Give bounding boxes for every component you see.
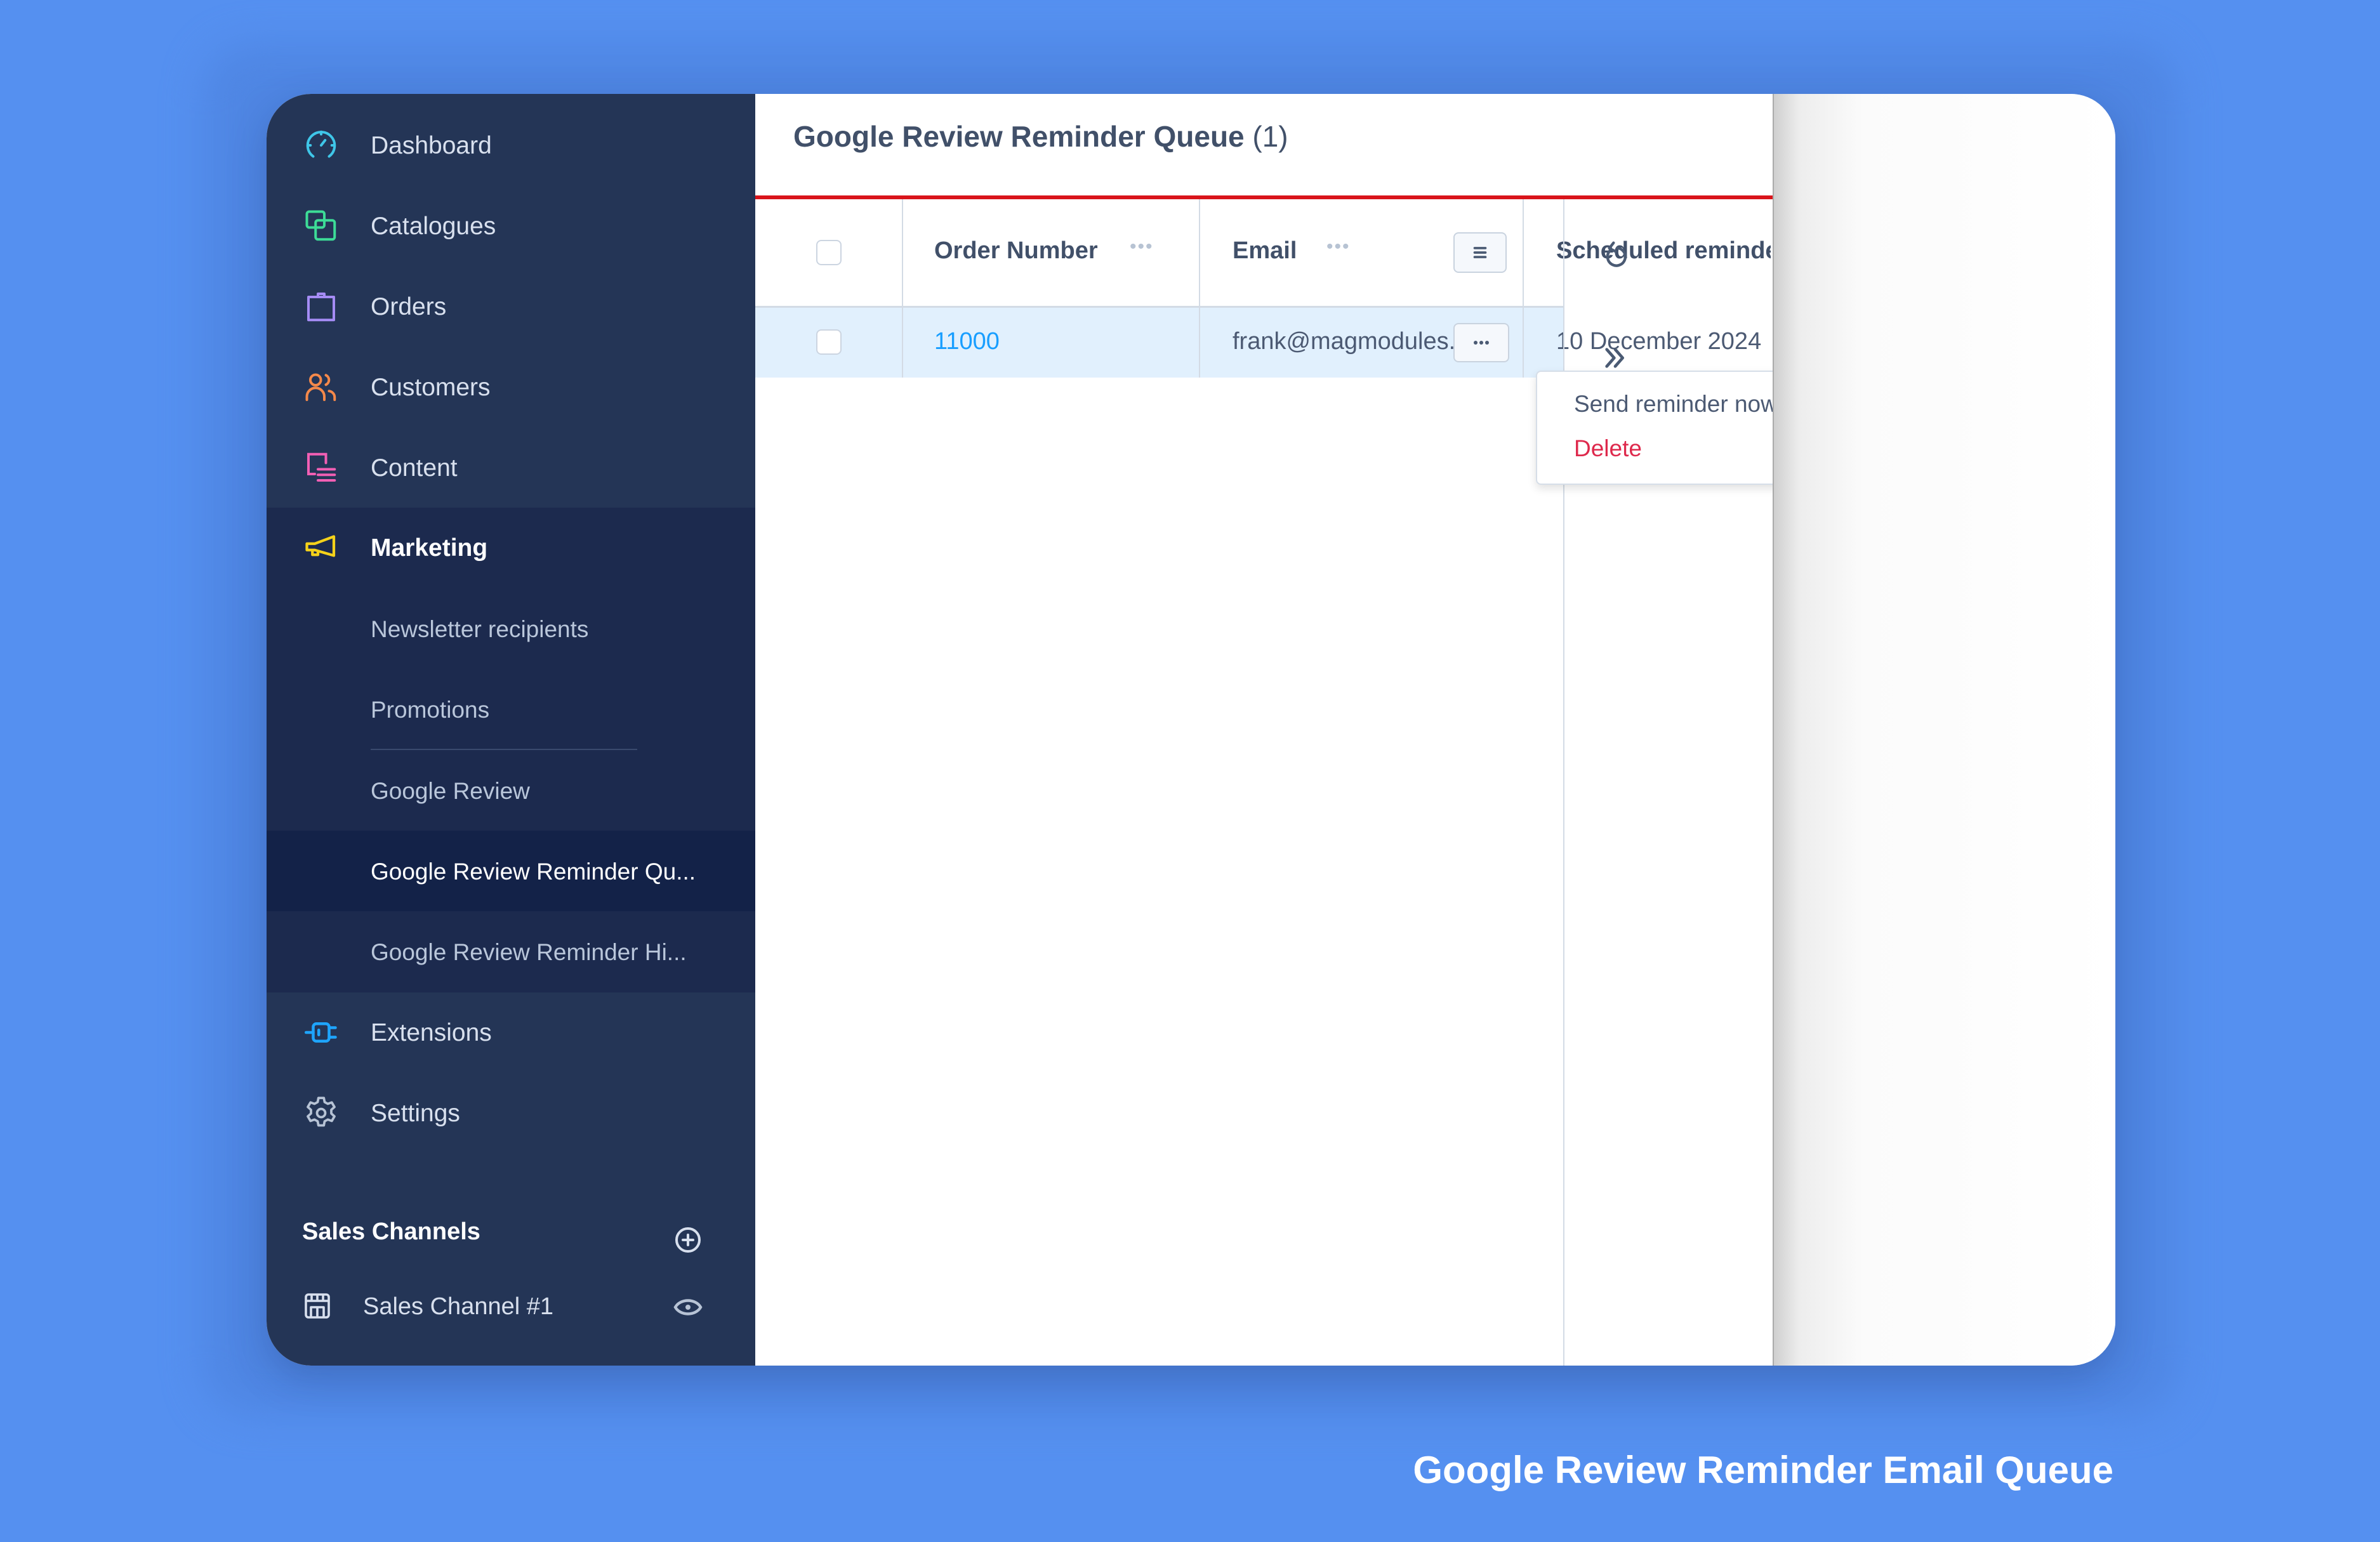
customers-icon — [302, 368, 340, 406]
refresh-button[interactable] — [1590, 231, 1641, 282]
refresh-icon — [1606, 241, 1627, 267]
sidebar-subitem-google-review[interactable]: Google Review — [267, 750, 755, 831]
item-count: (1) — [1252, 120, 1288, 153]
column-header-scheduled-reminder[interactable]: Scheduled reminde — [1556, 237, 1771, 265]
shopping-bag-icon — [302, 287, 340, 326]
sidebar-item-catalogues[interactable]: Catalogues — [267, 186, 755, 267]
gear-icon — [302, 1094, 340, 1132]
sales-channel-item[interactable]: Sales Channel #1 — [267, 1275, 755, 1339]
catalogues-icon — [302, 207, 340, 245]
select-all-checkbox[interactable] — [816, 240, 842, 265]
eye-icon[interactable] — [673, 1295, 703, 1320]
right-panel-edge — [1773, 94, 2115, 1366]
more-horizontal-icon — [1474, 341, 1489, 345]
order-number-column-menu[interactable]: ••• — [1130, 236, 1154, 258]
sales-channels-heading: Sales Channels — [302, 1218, 480, 1245]
table-header-row: Order Number ••• Email ••• Scheduled rem… — [755, 199, 1771, 308]
table-row[interactable]: 11000 frank@magmodules.eu 10 December 20… — [755, 308, 1761, 378]
row-checkbox[interactable] — [816, 329, 842, 355]
row-actions-button[interactable] — [1453, 323, 1509, 362]
sidebar-item-label: Dashboard — [371, 131, 492, 159]
sidebar-subitem-newsletter-recipients[interactable]: Newsletter recipients — [267, 588, 755, 669]
sidebar-item-label: Content — [371, 454, 458, 482]
sidebar-item-content[interactable]: Content — [267, 428, 755, 508]
hamburger-menu-icon — [1473, 247, 1487, 258]
sidebar-item-label: Extensions — [371, 1018, 492, 1046]
sidebar-item-label: Catalogues — [371, 212, 496, 240]
sidebar-item-extensions[interactable]: Extensions — [267, 992, 755, 1073]
sidebar-subitem-label: Newsletter recipients — [371, 616, 589, 642]
app-window: Dashboard Catalogues Orders Customers Co… — [267, 94, 2115, 1366]
email-column-menu[interactable]: ••• — [1326, 236, 1351, 258]
sidebar-item-orders[interactable]: Orders — [267, 267, 755, 347]
sidebar-item-label: Marketing — [371, 534, 488, 562]
image-caption: Google Review Reminder Email Queue — [1413, 1449, 2113, 1491]
sidebar-subitem-label: Google Review — [371, 778, 530, 804]
dashboard-gauge-icon — [302, 126, 340, 164]
storefront-icon — [302, 1291, 333, 1321]
sidebar-item-label: Settings — [371, 1099, 460, 1127]
sidebar-subitem-promotions[interactable]: Promotions — [267, 669, 755, 749]
column-header-email[interactable]: Email — [1233, 237, 1297, 265]
plug-icon — [302, 1013, 340, 1051]
sidebar-item-dashboard[interactable]: Dashboard — [267, 105, 755, 186]
send-reminder-now-menu-item[interactable]: Send reminder now — [1574, 391, 1778, 418]
megaphone-icon — [302, 529, 340, 567]
main-content: Google Review Reminder Queue (1) Order N… — [755, 94, 1905, 1366]
sidebar-subitem-label: Google Review Reminder Hi... — [371, 939, 687, 965]
column-divider — [1199, 199, 1200, 378]
plus-circle-icon — [675, 1227, 701, 1253]
sidebar-subitem-google-review-reminder-queue[interactable]: Google Review Reminder Qu... — [267, 831, 755, 911]
sidebar-subitem-label: Google Review Reminder Qu... — [371, 859, 696, 885]
sidebar-item-settings[interactable]: Settings — [267, 1073, 755, 1154]
scheduled-reminder-cell: 10 December 2024 — [1556, 328, 1762, 355]
sidebar: Dashboard Catalogues Orders Customers Co… — [267, 94, 755, 1366]
email-cell: frank@magmodules.eu — [1233, 328, 1483, 355]
sidebar-item-marketing[interactable]: Marketing — [267, 508, 755, 588]
sidebar-item-label: Customers — [371, 373, 491, 401]
delete-menu-item[interactable]: Delete — [1574, 435, 1642, 462]
page-title-text: Google Review Reminder Queue — [793, 120, 1245, 153]
content-icon — [302, 449, 340, 487]
column-settings-button[interactable] — [1453, 232, 1507, 273]
sidebar-subitem-google-review-reminder-history[interactable]: Google Review Reminder Hi... — [267, 911, 755, 992]
sales-channel-label: Sales Channel #1 — [363, 1293, 553, 1320]
sidebar-item-label: Orders — [371, 293, 447, 320]
sidebar-subitem-label: Promotions — [371, 697, 490, 723]
column-header-order-number[interactable]: Order Number — [934, 237, 1098, 265]
column-divider — [902, 199, 903, 378]
page-title: Google Review Reminder Queue (1) — [793, 119, 1288, 154]
sidebar-item-customers[interactable]: Customers — [267, 347, 755, 428]
order-number-link[interactable]: 11000 — [934, 328, 1000, 355]
column-divider — [1523, 199, 1524, 378]
add-sales-channel-button[interactable] — [673, 1225, 703, 1255]
